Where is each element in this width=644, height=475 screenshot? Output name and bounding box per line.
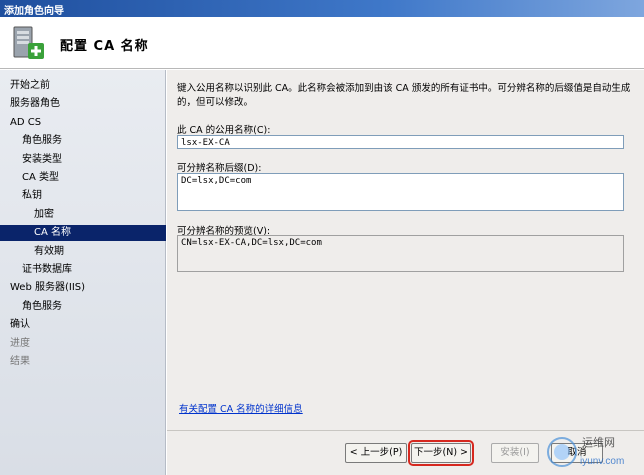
- watermark-text-cn: 运维网: [582, 436, 615, 449]
- dn-suffix-input[interactable]: DC=lsx,DC=com: [177, 173, 624, 211]
- common-name-input[interactable]: lsx-EX-CA: [177, 135, 624, 149]
- sidebar-item[interactable]: CA 名称: [0, 225, 166, 242]
- window-title: 添加角色向导: [4, 6, 64, 17]
- sidebar-item[interactable]: 安装类型: [0, 152, 166, 168]
- next-button[interactable]: 下一步(N) >: [408, 440, 474, 466]
- watermark-logo: 运维网 iyunv.com: [547, 436, 624, 467]
- sidebar-item[interactable]: CA 类型: [0, 170, 166, 186]
- sidebar-item[interactable]: 进度: [0, 336, 166, 352]
- sidebar-item[interactable]: 角色服务: [0, 133, 166, 149]
- page-title: 配置 CA 名称: [60, 39, 149, 54]
- sidebar-item[interactable]: 开始之前: [0, 78, 166, 94]
- sidebar-item[interactable]: 有效期: [0, 244, 166, 260]
- dn-suffix-label: 可分辨名称后缀(D):: [177, 163, 262, 174]
- watermark-text-en: iyunv.com: [580, 456, 624, 467]
- sidebar-item[interactable]: AD CS: [0, 115, 166, 131]
- page-description: 键入公用名称以识别此 CA。此名称会被添加到由该 CA 颁发的所有证书中。可分辨…: [177, 83, 631, 108]
- sidebar-item[interactable]: 服务器角色: [0, 96, 166, 112]
- sidebar-item[interactable]: Web 服务器(IIS): [0, 280, 166, 296]
- sidebar-item[interactable]: 私钥: [0, 188, 166, 204]
- more-info-link[interactable]: 有关配置 CA 名称的详细信息: [179, 401, 303, 415]
- sidebar-item[interactable]: 结果: [0, 354, 166, 370]
- window-titlebar[interactable]: 添加角色向导: [0, 0, 644, 17]
- dn-preview-box: CN=lsx-EX-CA,DC=lsx,DC=com: [177, 235, 624, 272]
- common-name-label: 此 CA 的公用名称(C):: [177, 125, 271, 136]
- server-add-icon: [13, 26, 44, 59]
- sidebar-item[interactable]: 角色服务: [0, 299, 166, 315]
- wizard-header: 配置 CA 名称: [0, 17, 644, 69]
- back-button[interactable]: < 上一步(P): [345, 443, 407, 463]
- wizard-step-list: 开始之前 服务器角色 AD CS 角色服务 安装类型 CA 类型 私钥 加密 CA 名称 有效期证…: [0, 70, 166, 475]
- sidebar-item[interactable]: 证书数据库: [0, 262, 166, 278]
- sidebar-item[interactable]: 确认: [0, 317, 166, 333]
- sidebar-item[interactable]: 加密: [0, 207, 166, 223]
- wizard-content: 键入公用名称以识别此 CA。此名称会被添加到由该 CA 颁发的所有证书中。可分辨…: [167, 70, 644, 475]
- install-button[interactable]: 安装(I): [491, 443, 539, 463]
